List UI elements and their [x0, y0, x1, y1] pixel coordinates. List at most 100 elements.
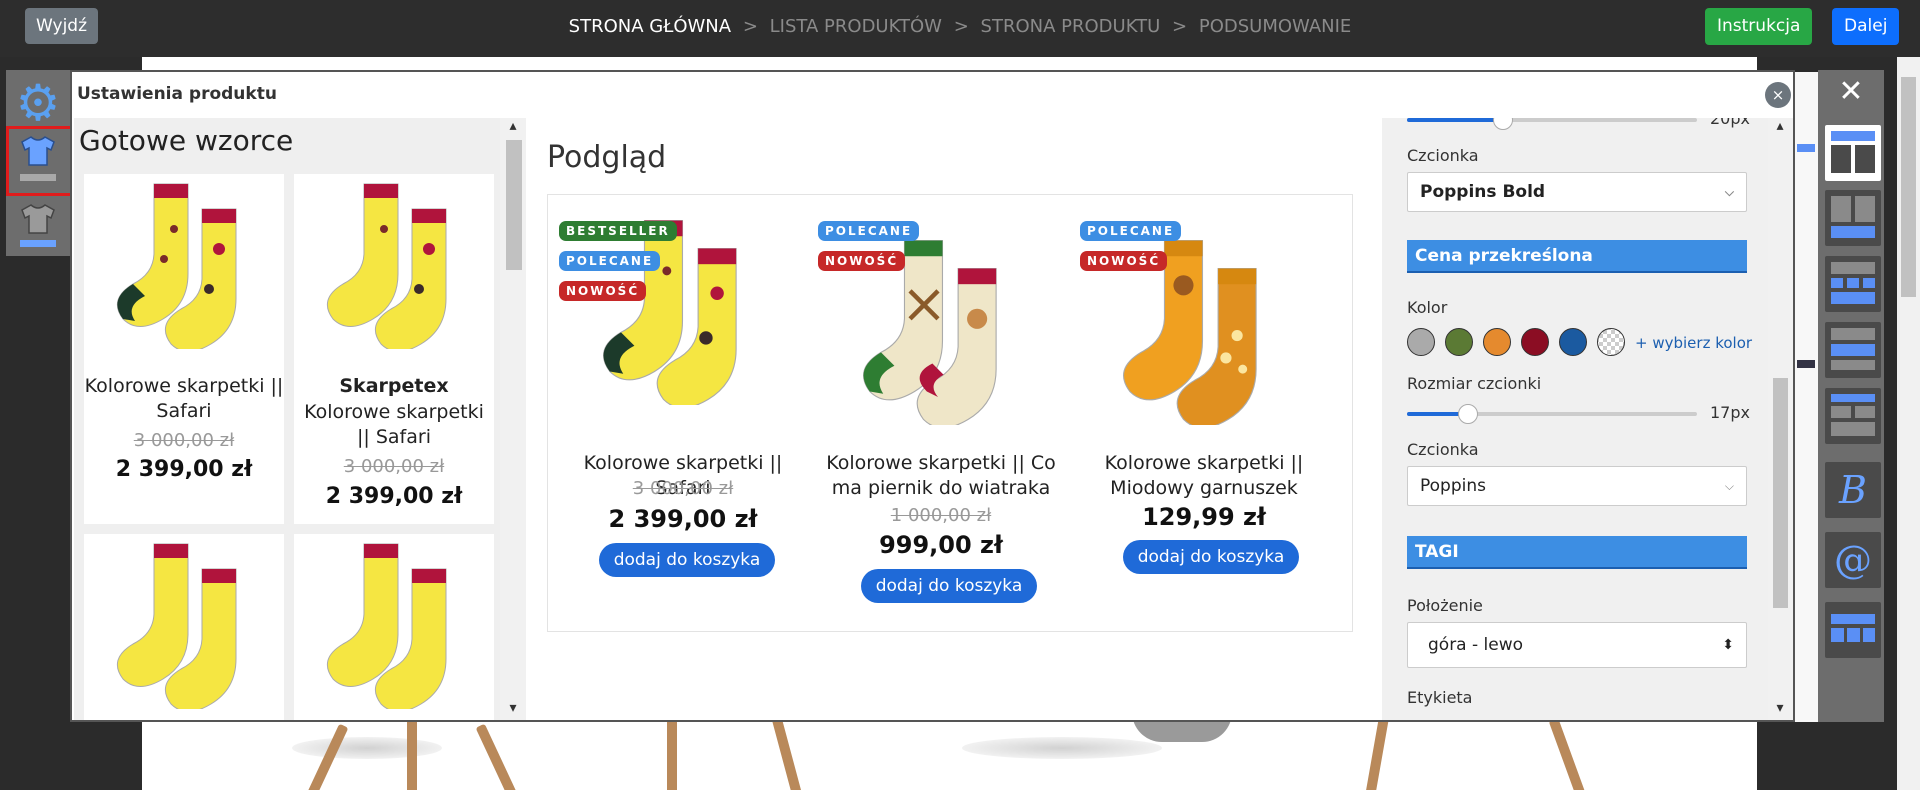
color-swatch[interactable]	[1445, 328, 1473, 356]
product-price: 999,00 zł	[879, 531, 1003, 559]
font-size-value: 17px	[1710, 403, 1750, 422]
badge-new: NOWOŚĆ	[818, 251, 906, 271]
modal-close-button[interactable]: ×	[1765, 82, 1791, 108]
font-label: Czcionka	[1407, 146, 1479, 165]
top-size-slider[interactable]	[1407, 118, 1697, 130]
templates-panel: Gotowe wzorce Kolorowe skarpetki || Safa…	[74, 118, 526, 720]
add-to-cart-button[interactable]: dodaj do koszyka	[1123, 540, 1299, 574]
modal-title: Ustawienia produktu	[77, 84, 277, 104]
chevron-down-icon: ⌵	[1724, 185, 1734, 199]
sock-image	[602, 220, 737, 405]
pick-color-link[interactable]: + wybierz kolor	[1635, 334, 1752, 352]
scroll-down-icon[interactable]: ▾	[506, 700, 520, 716]
next-button[interactable]: Dalej	[1832, 8, 1900, 45]
font-label: Czcionka	[1407, 440, 1479, 459]
templates-scrollbar[interactable]: ▴ ▾	[500, 118, 526, 720]
font-select[interactable]: Poppins ⌵	[1407, 466, 1747, 506]
badge-new: NOWOŚĆ	[559, 281, 647, 301]
chair-leg	[475, 723, 519, 790]
template-card[interactable]: Kolorowe skarpetki || Safari 3 000,00 zł…	[84, 174, 284, 524]
card-price: 2 399,00 zł	[115, 457, 253, 482]
sock-image	[326, 183, 447, 349]
layout-option-icon[interactable]	[1825, 256, 1881, 312]
card-old-price: 3 000,00 zł	[343, 456, 445, 477]
crumb-product-page[interactable]: STRONA PRODUKTU	[981, 16, 1161, 37]
chair-leg	[1548, 717, 1586, 790]
page-scrollbar[interactable]	[1897, 57, 1920, 790]
instruction-button[interactable]: Instrukcja	[1705, 8, 1813, 45]
sock-image	[116, 543, 237, 709]
settings-scrollbar[interactable]: ▴ ▾	[1768, 118, 1793, 720]
scroll-up-icon[interactable]: ▴	[1772, 118, 1788, 134]
layout-option-icon[interactable]	[1825, 190, 1881, 246]
chair-leg	[407, 717, 417, 790]
scroll-up-icon[interactable]: ▴	[506, 118, 520, 134]
close-icon[interactable]: ✕	[1818, 70, 1884, 114]
tshirt-indicator	[20, 240, 56, 247]
badge-new: NOWOŚĆ	[1080, 251, 1168, 271]
tshirt-icon[interactable]	[20, 204, 56, 234]
layout-option-icon[interactable]	[1825, 388, 1881, 444]
color-swatch[interactable]	[1483, 328, 1511, 356]
color-swatch[interactable]	[1559, 328, 1587, 356]
color-swatch[interactable]	[1521, 328, 1549, 356]
color-label: Kolor	[1407, 298, 1448, 317]
chair-leg	[771, 717, 803, 790]
font-select[interactable]: Poppins Bold ⌵	[1407, 172, 1747, 212]
gear-icon[interactable]: ⚙	[11, 76, 65, 130]
product-price: 2 399,00 zł	[608, 505, 758, 533]
sort-arrows-icon: ⬍	[1722, 637, 1734, 653]
layout-option-icon[interactable]	[1825, 602, 1881, 658]
section-strikethrough-price[interactable]: Cena przekreślona	[1407, 240, 1747, 273]
thumbnail-strip	[1793, 72, 1819, 722]
badge-recommended: POLECANE	[1080, 221, 1182, 241]
at-sign-icon[interactable]: @	[1825, 532, 1881, 588]
card-name: Kolorowe skarpetki || Safari	[304, 401, 484, 448]
breadcrumb: STRONA GŁÓWNA > LISTA PRODUKTÓW > STRONA…	[568, 16, 1352, 37]
sock-image	[116, 183, 237, 349]
settings-panel: 20px Czcionka Poppins Bold ⌵ Cena przekr…	[1382, 118, 1793, 720]
product-old-price: 3 000,00 zł	[632, 478, 734, 499]
preview-title: Podgląd	[547, 140, 667, 175]
card-brand: Skarpetex	[339, 375, 449, 397]
template-card[interactable]	[84, 534, 284, 720]
template-card[interactable]: Skarpetex Kolorowe skarpetki || Safari 3…	[294, 174, 494, 524]
product-name: Kolorowe skarpetki || Co ma piernik do w…	[826, 452, 1056, 499]
card-name: Kolorowe skarpetki || Safari	[84, 375, 284, 422]
badge-recommended: POLECANE	[559, 251, 661, 271]
font-size-label: Rozmiar czcionki	[1407, 374, 1542, 393]
sock-image	[326, 543, 447, 709]
scroll-down-icon[interactable]: ▾	[1772, 700, 1788, 716]
product-price: 129,99 zł	[1142, 503, 1266, 531]
product-name: Kolorowe skarpetki || Miodowy garnuszek	[1104, 452, 1304, 499]
crumb-product-list[interactable]: LISTA PRODUKTÓW	[770, 16, 942, 37]
bold-text-icon[interactable]: B	[1825, 462, 1881, 518]
card-old-price: 3 000,00 zł	[133, 430, 235, 451]
layout-option-icon[interactable]	[1825, 322, 1881, 378]
crumb-summary[interactable]: PODSUMOWANIE	[1199, 16, 1351, 37]
tag-label-label: Etykieta	[1407, 688, 1473, 707]
crumb-home[interactable]: STRONA GŁÓWNA	[569, 16, 731, 37]
chevron-down-icon: ⌵	[1724, 479, 1734, 493]
add-to-cart-button[interactable]: dodaj do koszyka	[861, 569, 1037, 603]
add-to-cart-button[interactable]: dodaj do koszyka	[599, 543, 775, 577]
modal-header: Ustawienia produktu ×	[72, 72, 1793, 118]
badge-recommended: POLECANE	[818, 221, 920, 241]
top-size-value: 20px	[1710, 118, 1750, 128]
card-price: 2 399,00 zł	[325, 484, 463, 509]
position-select[interactable]: góra - lewo ⬍	[1407, 622, 1747, 668]
chair-leg	[1365, 716, 1389, 790]
color-swatch[interactable]	[1407, 328, 1435, 356]
badge-bestseller: BESTSELLER	[559, 221, 677, 241]
chair-shadow	[292, 737, 442, 759]
top-bar: Wyjdź STRONA GŁÓWNA > LISTA PRODUKTÓW > …	[0, 0, 1920, 57]
chair-leg	[667, 717, 677, 790]
position-label: Położenie	[1407, 596, 1483, 615]
product-settings-modal: Ustawienia produktu × Gotowe wzorce Kolo…	[70, 70, 1795, 722]
layout-option-icon[interactable]	[1825, 125, 1881, 181]
transparent-swatch[interactable]	[1597, 328, 1625, 356]
template-card[interactable]	[294, 534, 494, 720]
section-tags[interactable]: TAGI	[1407, 536, 1747, 569]
font-size-slider[interactable]	[1407, 404, 1697, 424]
templates-title: Gotowe wzorce	[79, 124, 294, 157]
